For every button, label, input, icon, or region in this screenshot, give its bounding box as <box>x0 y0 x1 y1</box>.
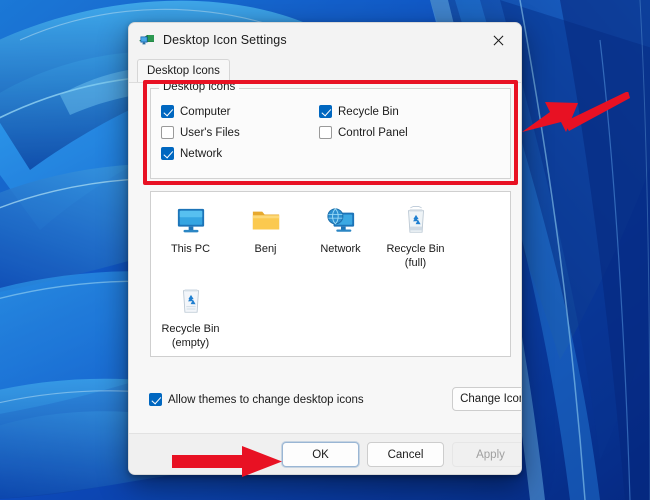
tab-label: Desktop Icons <box>147 65 220 77</box>
checkbox-network[interactable]: Network <box>161 147 222 160</box>
change-icon-button[interactable]: Change Icon... <box>452 387 521 411</box>
allow-themes-checkbox-label: Allow themes to change desktop icons <box>168 393 364 406</box>
checkbox-recycle-bin[interactable]: Recycle Bin <box>319 105 399 118</box>
preview-item-recycle-bin-empty[interactable]: Recycle Bin (empty) <box>153 280 228 349</box>
checkbox-control-panel-box[interactable] <box>319 126 332 139</box>
cancel-button-label: Cancel <box>387 448 424 461</box>
checkbox-users-files[interactable]: User's Files <box>161 126 240 139</box>
checkbox-users-files-label: User's Files <box>180 126 240 139</box>
preview-item-recycle-bin-full-label: Recycle Bin <box>386 243 445 255</box>
checkbox-control-panel-label: Control Panel <box>338 126 408 139</box>
recycle-bin-empty-icon <box>153 280 228 322</box>
recycle-bin-full-icon <box>378 200 453 242</box>
preview-item-this-pc-label: This PC <box>170 243 211 255</box>
checkbox-recycle-bin-label: Recycle Bin <box>338 105 399 118</box>
cancel-button[interactable]: Cancel <box>367 442 444 467</box>
preview-item-benj-label: Benj <box>254 243 277 255</box>
ok-button-label: OK <box>312 448 329 461</box>
tab-strip: Desktop Icons <box>129 57 521 82</box>
preview-item-recycle-bin-empty-label: Recycle Bin <box>161 323 220 335</box>
close-glyph <box>493 35 504 45</box>
checkbox-computer-label: Computer <box>180 105 231 118</box>
dialog-footer: OK Cancel Apply <box>129 433 521 474</box>
network-globe-monitor-icon <box>303 200 378 242</box>
preview-item-recycle-bin-full[interactable]: Recycle Bin (full) <box>378 200 453 269</box>
checkbox-computer[interactable]: Computer <box>161 105 231 118</box>
icon-preview-list[interactable]: This PC Benj Network Recycle Bin (full) … <box>150 191 511 357</box>
checkbox-control-panel[interactable]: Control Panel <box>319 126 408 139</box>
monitor-icon <box>138 32 155 48</box>
title-bar: Desktop Icon Settings <box>129 23 521 57</box>
checkbox-network-label: Network <box>180 147 223 160</box>
apply-button: Apply <box>452 442 521 467</box>
apply-button-label: Apply <box>476 448 505 461</box>
preview-item-network-label: Network <box>320 243 361 255</box>
window-title: Desktop Icon Settings <box>163 33 287 47</box>
ok-button[interactable]: OK <box>282 442 359 467</box>
preview-item-benj[interactable]: Benj <box>228 200 303 256</box>
preview-item-recycle-bin-empty-state: (empty) <box>171 336 210 349</box>
checkbox-recycle-bin-box[interactable] <box>319 105 332 118</box>
preview-item-recycle-bin-full-state: (full) <box>404 256 427 269</box>
allow-themes-checkbox-box[interactable] <box>149 393 162 406</box>
monitor-icon <box>153 200 228 242</box>
preview-item-this-pc[interactable]: This PC <box>153 200 228 256</box>
desktop-icons-group-box: Desktop icons Computer User's Files Netw… <box>150 81 511 179</box>
tab-desktop-icons[interactable]: Desktop Icons <box>137 59 230 82</box>
close-icon[interactable] <box>476 23 521 57</box>
group-box-legend: Desktop icons <box>159 81 240 93</box>
checkbox-computer-box[interactable] <box>161 105 174 118</box>
allow-themes-checkbox-row[interactable]: Allow themes to change desktop icons <box>149 393 364 406</box>
checkbox-network-box[interactable] <box>161 147 174 160</box>
checkbox-users-files-box[interactable] <box>161 126 174 139</box>
change-icon-button-label: Change Icon... <box>460 393 521 405</box>
folder-icon <box>228 200 303 242</box>
preview-item-network[interactable]: Network <box>303 200 378 256</box>
